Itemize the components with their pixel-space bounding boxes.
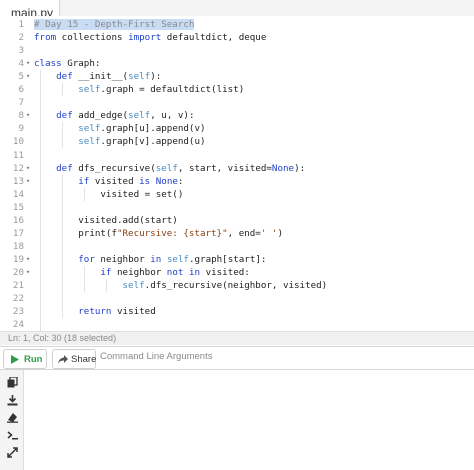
line-number: 6 <box>18 84 24 96</box>
code-line[interactable]: 12 ▾ def dfs_recursive(self, start, visit… <box>0 162 474 175</box>
share-icon <box>58 355 68 364</box>
command-line-args-input[interactable]: Command Line Arguments <box>100 351 212 362</box>
line-number: 15 <box>12 201 24 213</box>
code-editor[interactable]: 1 # Day 15 - Depth-First Search 2 from coll… <box>0 16 474 332</box>
cursor-position: Ln: 1, Col: 30 (18 selected) <box>8 333 117 343</box>
clear-icon[interactable] <box>7 412 18 423</box>
code-text: self.dfs_recursive(neighbor, visited) <box>122 280 328 291</box>
line-number: 5 <box>18 71 24 83</box>
line-number: 10 <box>12 136 24 148</box>
code-line[interactable]: 3 <box>0 44 474 57</box>
indent-guide <box>61 122 63 149</box>
indent-guide <box>39 70 41 332</box>
code-line[interactable]: 16 visited.add(start) <box>0 214 474 227</box>
code-text: class Graph: <box>34 58 101 70</box>
console-output[interactable] <box>25 370 474 470</box>
code-line[interactable]: 4 ▾ class Graph: <box>0 57 474 70</box>
line-number: 20 <box>12 266 24 278</box>
run-button[interactable]: Run <box>3 349 47 369</box>
code-text: self.graph[u].append(v) <box>78 123 206 135</box>
indent-guide <box>83 265 85 293</box>
code-line[interactable]: 10 self.graph[v].append(u) <box>0 135 474 148</box>
indent-guide <box>83 187 85 201</box>
indent-guide <box>61 83 63 97</box>
code-line[interactable]: 20 ▾ if neighbor not in visited: <box>0 266 474 279</box>
line-number: 18 <box>12 240 24 252</box>
code-line[interactable]: 8 ▾ def add_edge(self, u, v): <box>0 109 474 122</box>
line-number: 24 <box>12 319 24 331</box>
code-line[interactable]: 7 <box>0 96 474 109</box>
fold-toggle-icon[interactable]: ▾ <box>26 70 30 83</box>
code-line[interactable]: 11 <box>0 149 474 162</box>
code-text: def add_edge(self, u, v): <box>56 110 195 122</box>
play-icon <box>11 355 19 364</box>
download-icon[interactable] <box>7 395 18 406</box>
copy-icon[interactable] <box>7 377 18 388</box>
line-number: 2 <box>18 32 24 44</box>
line-number: 17 <box>12 227 24 239</box>
code-text: return visited <box>78 306 156 318</box>
code-line[interactable]: 5 ▾ def __init__(self): <box>0 70 474 83</box>
line-number: 9 <box>18 123 24 135</box>
share-button[interactable]: Share <box>52 349 96 369</box>
code-text: if neighbor not in visited: <box>100 266 250 278</box>
line-number: 4 <box>18 58 24 70</box>
fold-toggle-icon[interactable]: ▾ <box>26 175 30 188</box>
line-number: 23 <box>12 306 24 318</box>
code-line[interactable]: 6 self.graph = defaultdict(list) <box>0 83 474 96</box>
console-sidebar <box>0 370 24 470</box>
code-line[interactable]: 19 ▾ for neighbor in self.graph[start]: <box>0 253 474 266</box>
code-line[interactable]: 22 <box>0 292 474 305</box>
line-number: 7 <box>18 97 24 109</box>
indent-guide <box>61 174 63 319</box>
line-number: 13 <box>12 175 24 187</box>
code-line[interactable]: 23 return visited <box>0 305 474 318</box>
indent-guide <box>106 279 108 293</box>
fold-toggle-icon[interactable]: ▾ <box>26 162 30 175</box>
code-line[interactable]: 17 print(f"Recursive: {start}", end=' ') <box>0 227 474 240</box>
line-number: 3 <box>18 45 24 57</box>
code-text: visited = set() <box>34 188 184 200</box>
code-text: def dfs_recursive(self, start, visited=N… <box>56 162 306 174</box>
expand-icon[interactable] <box>7 447 18 458</box>
code-line[interactable]: 14 visited = set() <box>0 188 474 201</box>
line-number: 8 <box>18 110 24 122</box>
line-number: 21 <box>12 280 24 291</box>
fold-toggle-icon[interactable]: ▾ <box>26 253 30 266</box>
code-text: from collections import defaultdict, deq… <box>34 32 267 44</box>
fold-toggle-icon[interactable]: ▾ <box>26 266 30 279</box>
code-line[interactable]: 21 self.dfs_recursive(neighbor, visited) <box>0 279 474 292</box>
code-text: def __init__(self): <box>56 71 162 83</box>
code-text: self.graph[v].append(u) <box>78 136 206 148</box>
line-number: 12 <box>12 162 24 174</box>
fold-toggle-icon[interactable]: ▾ <box>26 109 30 122</box>
fold-toggle-icon[interactable]: ▾ <box>26 57 30 70</box>
line-number: 16 <box>12 214 24 226</box>
status-bar: Ln: 1, Col: 30 (18 selected) <box>0 331 474 345</box>
line-number: 11 <box>12 149 24 161</box>
code-line[interactable]: 13 ▾ if visited is None: <box>0 175 474 188</box>
code-line[interactable]: 24 <box>0 318 474 331</box>
line-number: 1 <box>18 19 24 30</box>
share-label: Share <box>71 354 97 365</box>
code-text: if visited is None: <box>78 175 184 187</box>
code-line[interactable]: 2 from collections import defaultdict, de… <box>0 31 474 44</box>
code-text: visited.add(start) <box>34 214 178 226</box>
code-text: for neighbor in self.graph[start]: <box>78 253 267 265</box>
code-text: # Day 15 - Depth-First Search <box>34 19 195 30</box>
line-number: 19 <box>12 253 24 265</box>
line-number: 14 <box>12 188 24 200</box>
code-line[interactable]: 1 # Day 15 - Depth-First Search <box>0 18 474 31</box>
code-line[interactable]: 18 <box>0 240 474 253</box>
code-line[interactable]: 15 <box>0 201 474 214</box>
code-line[interactable]: 9 self.graph[u].append(v) <box>0 122 474 135</box>
terminal-icon[interactable] <box>7 430 18 441</box>
run-label: Run <box>24 354 43 365</box>
code-text: self.graph = defaultdict(list) <box>78 84 245 96</box>
run-toolbar: Run Share <box>0 346 474 370</box>
line-number: 22 <box>12 293 24 305</box>
code-text: print(f"Recursive: {start}", end=' ') <box>34 227 283 239</box>
